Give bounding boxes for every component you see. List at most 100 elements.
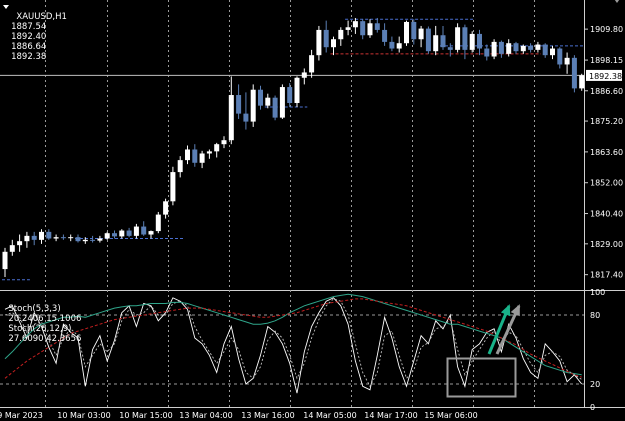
chart-canvas: 9 Mar 2023 10 Mar 03:00 10 Mar 15:00 13 Mar…: [0, 0, 625, 420]
bull-candle: [309, 55, 315, 73]
bull-candle: [301, 72, 307, 78]
bull-candle: [163, 201, 169, 215]
bull-candle: [294, 77, 300, 103]
time-tick-label: 14 Mar 17:00: [364, 411, 417, 420]
price-header: XAUUSD,H1 1887.54 1892.40 1886.64 1892.3…: [3, 2, 67, 62]
bull-candle: [206, 151, 212, 154]
current-price-label: 1892.38: [589, 72, 622, 81]
bear-candle: [542, 44, 548, 56]
stoch-slow-main-line: [4, 293, 582, 376]
price-tick-label: 1909.80: [590, 25, 623, 34]
bear-candle: [243, 113, 249, 122]
close-value: 1892.38: [11, 52, 47, 62]
stoch1-values: 20.2406 15.1006: [8, 314, 82, 324]
bull-candle: [104, 233, 110, 239]
bear-candle: [411, 21, 417, 40]
bull-candle: [199, 153, 205, 163]
bull-candle: [24, 235, 30, 242]
bear-candle: [236, 95, 242, 114]
bull-candle: [82, 239, 88, 242]
bull-candle: [338, 29, 344, 40]
bull-candle: [133, 226, 139, 236]
bull-candle: [316, 29, 322, 56]
bull-candle: [265, 97, 271, 106]
bear-candle: [498, 41, 504, 54]
bull-candle: [177, 160, 183, 173]
bull-candle: [170, 172, 176, 202]
bear-candle: [462, 27, 468, 50]
high-value: 1892.40: [11, 32, 47, 42]
bull-candle: [404, 21, 409, 44]
bear-candle: [382, 29, 388, 42]
bear-candle: [484, 48, 490, 57]
time-tick-label: 10 Mar 03:00: [57, 411, 110, 420]
price-tick-label: 1875.20: [590, 117, 623, 126]
price-tick-label: 1863.60: [590, 148, 623, 157]
bear-candle: [374, 23, 380, 30]
bull-candle: [53, 237, 59, 239]
price-tick-label: 1852.00: [590, 179, 623, 188]
bull-candle: [367, 23, 373, 36]
bull-candle: [185, 149, 190, 161]
time-tick-label: 9 Mar 2023: [0, 411, 43, 420]
bear-candle: [112, 233, 117, 237]
bull-candle: [17, 241, 23, 246]
bull-candle: [418, 28, 424, 40]
time-tick-label: 13 Mar 16:00: [241, 411, 294, 420]
bull-candle: [148, 231, 154, 235]
price-tick-label: 1817.40: [590, 271, 623, 280]
bear-candle: [258, 89, 263, 106]
bear-candle: [90, 239, 96, 241]
bear-candle: [360, 21, 366, 36]
bull-candle: [279, 87, 285, 118]
stoch-tick-label: 80: [590, 311, 600, 320]
bull-candle: [550, 48, 555, 56]
stoch2-values: 27.6090 42.3656: [8, 334, 82, 344]
bull-candle: [455, 27, 461, 50]
bull-candle: [228, 95, 234, 141]
bull-candle: [506, 43, 512, 54]
price-tick-label: 1898.15: [590, 56, 623, 65]
bear-candle: [440, 35, 446, 48]
bull-candle: [535, 44, 541, 50]
bull-candle: [214, 144, 220, 152]
price-tick-label: 1886.60: [590, 87, 623, 96]
stoch-fast-main-line: [4, 297, 583, 394]
time-tick-label: 10 Mar 15:00: [119, 411, 172, 420]
bull-candle: [221, 140, 227, 145]
bull-candle: [520, 45, 526, 52]
open-value: 1887.54: [11, 22, 47, 32]
bull-candle: [155, 214, 161, 232]
bear-candle: [425, 28, 431, 52]
stoch-tick-label: 100: [590, 288, 605, 297]
low-value: 1886.64: [11, 42, 47, 52]
bear-candle: [513, 43, 519, 52]
bear-candle: [287, 87, 293, 103]
bull-candle: [433, 35, 439, 52]
bear-candle: [60, 237, 66, 239]
window-corner-icon[interactable]: [612, 0, 622, 3]
price-tick-label: 1829.00: [590, 240, 623, 249]
bull-candle: [97, 238, 103, 241]
bear-candle: [126, 230, 132, 236]
bull-candle: [396, 43, 402, 49]
bear-candle: [389, 41, 395, 49]
bull-candle: [250, 89, 256, 122]
bull-candle: [331, 39, 336, 48]
bull-candle: [469, 33, 475, 50]
bull-candle: [2, 251, 8, 270]
price-tick-label: 1840.40: [590, 210, 623, 219]
stoch-tick-label: 0: [590, 403, 595, 412]
time-tick-label: 15 Mar 06:00: [424, 411, 477, 420]
bull-candle: [9, 245, 15, 252]
indicator-header: Stoch(5,3,3) 20.2406 15.1006 Stoch(26,12…: [3, 294, 81, 344]
bull-candle: [345, 27, 351, 30]
bull-candle: [491, 41, 497, 57]
bear-candle: [31, 235, 37, 240]
time-tick-label: 13 Mar 04:00: [179, 411, 232, 420]
bear-candle: [46, 231, 52, 239]
bull-candle: [579, 75, 585, 89]
bear-candle: [528, 45, 534, 50]
time-tick-label: 14 Mar 05:00: [303, 411, 356, 420]
bear-candle: [272, 97, 278, 118]
